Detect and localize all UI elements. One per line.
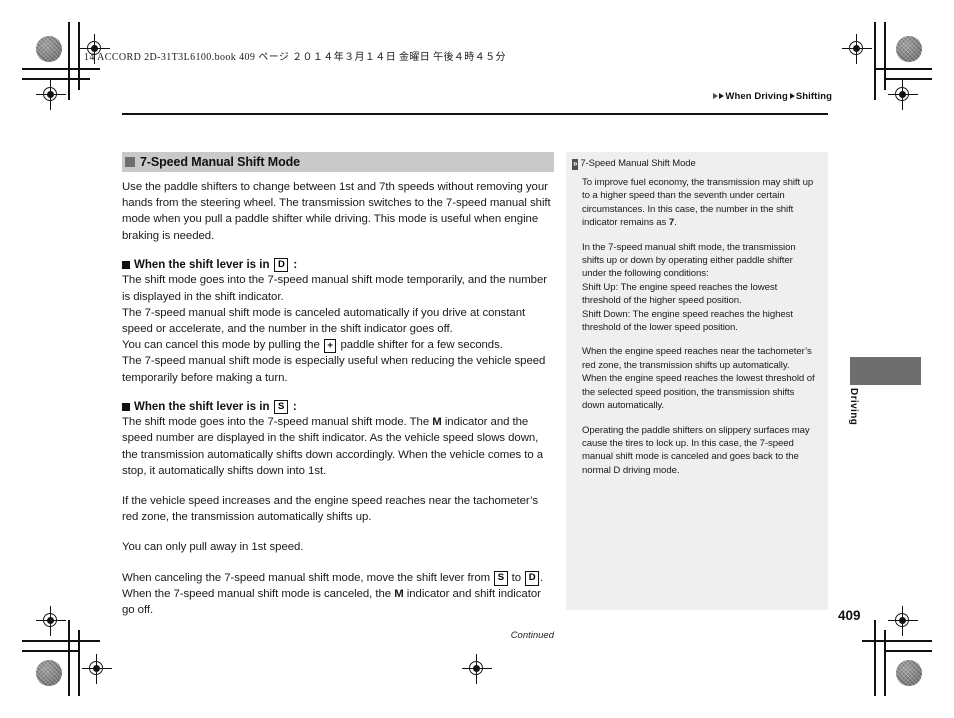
cancel-b: to bbox=[511, 571, 522, 584]
registration-mark bbox=[888, 606, 918, 636]
running-head: When Driving Shifting bbox=[713, 91, 832, 102]
square-bullet-icon bbox=[122, 261, 130, 270]
m-indicator-label: M bbox=[432, 416, 442, 429]
page-title: 7-Speed Manual Shift Mode bbox=[140, 155, 301, 169]
subsection-heading-d: When the shift lever is in D : bbox=[122, 257, 554, 273]
registration-dot bbox=[896, 660, 922, 686]
cancel-a: When canceling the 7-speed manual shift … bbox=[122, 571, 491, 584]
cancel-paragraph: When canceling the 7-speed manual shift … bbox=[122, 570, 554, 619]
registration-mark bbox=[888, 80, 918, 110]
continued-label: Continued bbox=[510, 630, 554, 642]
tachometer-paragraph: If the vehicle speed increases and the e… bbox=[122, 495, 538, 524]
header-rule bbox=[122, 113, 828, 115]
crop-mark-line bbox=[22, 650, 80, 652]
page-number: 409 bbox=[838, 608, 861, 623]
subsection-heading-s: When the shift lever is in S : bbox=[122, 399, 554, 415]
subsection-heading-text: When the shift lever is in bbox=[134, 400, 270, 413]
thumb-tab-marker bbox=[850, 357, 921, 385]
side-note-p1-b: . bbox=[674, 217, 677, 229]
shift-lever-key-s: S bbox=[494, 571, 508, 586]
shift-lever-key-d: D bbox=[525, 571, 539, 586]
crop-mark-line bbox=[68, 620, 70, 696]
side-note-p7: Operating the paddle shifters on slipper… bbox=[582, 424, 810, 476]
crop-mark-line bbox=[862, 640, 932, 642]
subsection-heading-colon: : bbox=[292, 400, 297, 413]
m-indicator-label: M bbox=[394, 587, 404, 600]
sub2-p1-a: The shift mode goes into the 7-speed man… bbox=[122, 416, 430, 429]
section-intro-paragraph: Use the paddle shifters to change betwee… bbox=[122, 181, 551, 242]
paddle-plus-key: + bbox=[323, 338, 337, 354]
crop-mark-line bbox=[884, 22, 886, 90]
side-note-title-row: » 7-Speed Manual Shift Mode bbox=[572, 158, 818, 170]
sub1-paragraph-2: The 7-speed manual shift mode is cancele… bbox=[122, 306, 526, 335]
side-note-panel: » 7-Speed Manual Shift Mode To improve f… bbox=[566, 152, 828, 610]
pull-away-paragraph: You can only pull away in 1st speed. bbox=[122, 541, 304, 554]
side-note-title: 7-Speed Manual Shift Mode bbox=[580, 158, 696, 169]
registration-dot bbox=[36, 36, 62, 62]
side-note-p3: Shift Up: The engine speed reaches the l… bbox=[582, 281, 778, 307]
registration-mark bbox=[36, 80, 66, 110]
triangle-icon bbox=[713, 93, 719, 99]
triangle-icon bbox=[789, 93, 795, 99]
triangle-icon bbox=[719, 93, 725, 99]
crop-mark-line bbox=[884, 650, 932, 652]
sub1-paragraph-1: The shift mode goes into the 7-speed man… bbox=[122, 274, 547, 303]
side-note-p1: To improve fuel economy, the transmissio… bbox=[582, 176, 818, 230]
sub2-paragraph-1: The shift mode goes into the 7-speed man… bbox=[122, 414, 554, 479]
side-note-p5: When the engine speed reaches near the t… bbox=[582, 346, 812, 371]
crop-mark-line bbox=[22, 640, 100, 642]
side-note-p6: When the engine speed reaches the lowest… bbox=[582, 373, 815, 412]
registration-mark bbox=[36, 606, 66, 636]
crop-mark-line bbox=[874, 68, 932, 70]
registration-dot bbox=[896, 36, 922, 62]
side-note-p2: In the 7-speed manual shift mode, the tr… bbox=[582, 241, 796, 280]
registration-mark-center bbox=[462, 654, 492, 684]
sub1-paragraph-3: You can cancel this mode by pulling the … bbox=[122, 337, 554, 354]
crop-mark-line bbox=[22, 68, 100, 70]
side-note-p1-a: To improve fuel economy, the transmissio… bbox=[582, 177, 814, 229]
main-content-column: 7-Speed Manual Shift Mode Use the paddle… bbox=[122, 152, 554, 641]
crop-mark-line bbox=[874, 22, 876, 100]
section-header-bar: 7-Speed Manual Shift Mode bbox=[122, 152, 554, 172]
sub1-paragraph-4: The 7-speed manual shift mode is especia… bbox=[122, 355, 546, 384]
manual-page: 14 ACCORD 2D-31T3L6100.book 409 ページ ２０１４… bbox=[0, 0, 954, 718]
crop-mark-line bbox=[68, 22, 70, 100]
thumb-tab-label: Driving bbox=[848, 388, 859, 426]
side-note-body: To improve fuel economy, the transmissio… bbox=[582, 176, 818, 477]
registration-mark bbox=[82, 654, 112, 684]
running-head-part2: Shifting bbox=[795, 91, 832, 102]
sub1-p3-pre: You can cancel this mode by pulling the bbox=[122, 339, 320, 352]
print-slug-line: 14 ACCORD 2D-31T3L6100.book 409 ページ ２０１４… bbox=[84, 52, 506, 63]
running-head-part1: When Driving bbox=[725, 91, 788, 102]
subsection-heading-colon: : bbox=[293, 259, 298, 272]
crop-mark-line bbox=[874, 620, 876, 696]
double-chevron-right-icon: » bbox=[572, 159, 579, 170]
side-note-p4: Shift Down: The engine speed reaches the… bbox=[582, 308, 793, 334]
square-bullet-icon bbox=[122, 402, 130, 411]
shift-lever-key-s: S bbox=[274, 399, 288, 415]
square-bullet-icon bbox=[125, 157, 135, 167]
sub1-p3-post: paddle shifter for a few seconds. bbox=[340, 339, 503, 352]
registration-dot bbox=[36, 660, 62, 686]
subsection-heading-text: When the shift lever is in bbox=[134, 259, 270, 272]
shift-lever-key-d: D bbox=[274, 257, 289, 273]
registration-mark bbox=[842, 34, 872, 64]
